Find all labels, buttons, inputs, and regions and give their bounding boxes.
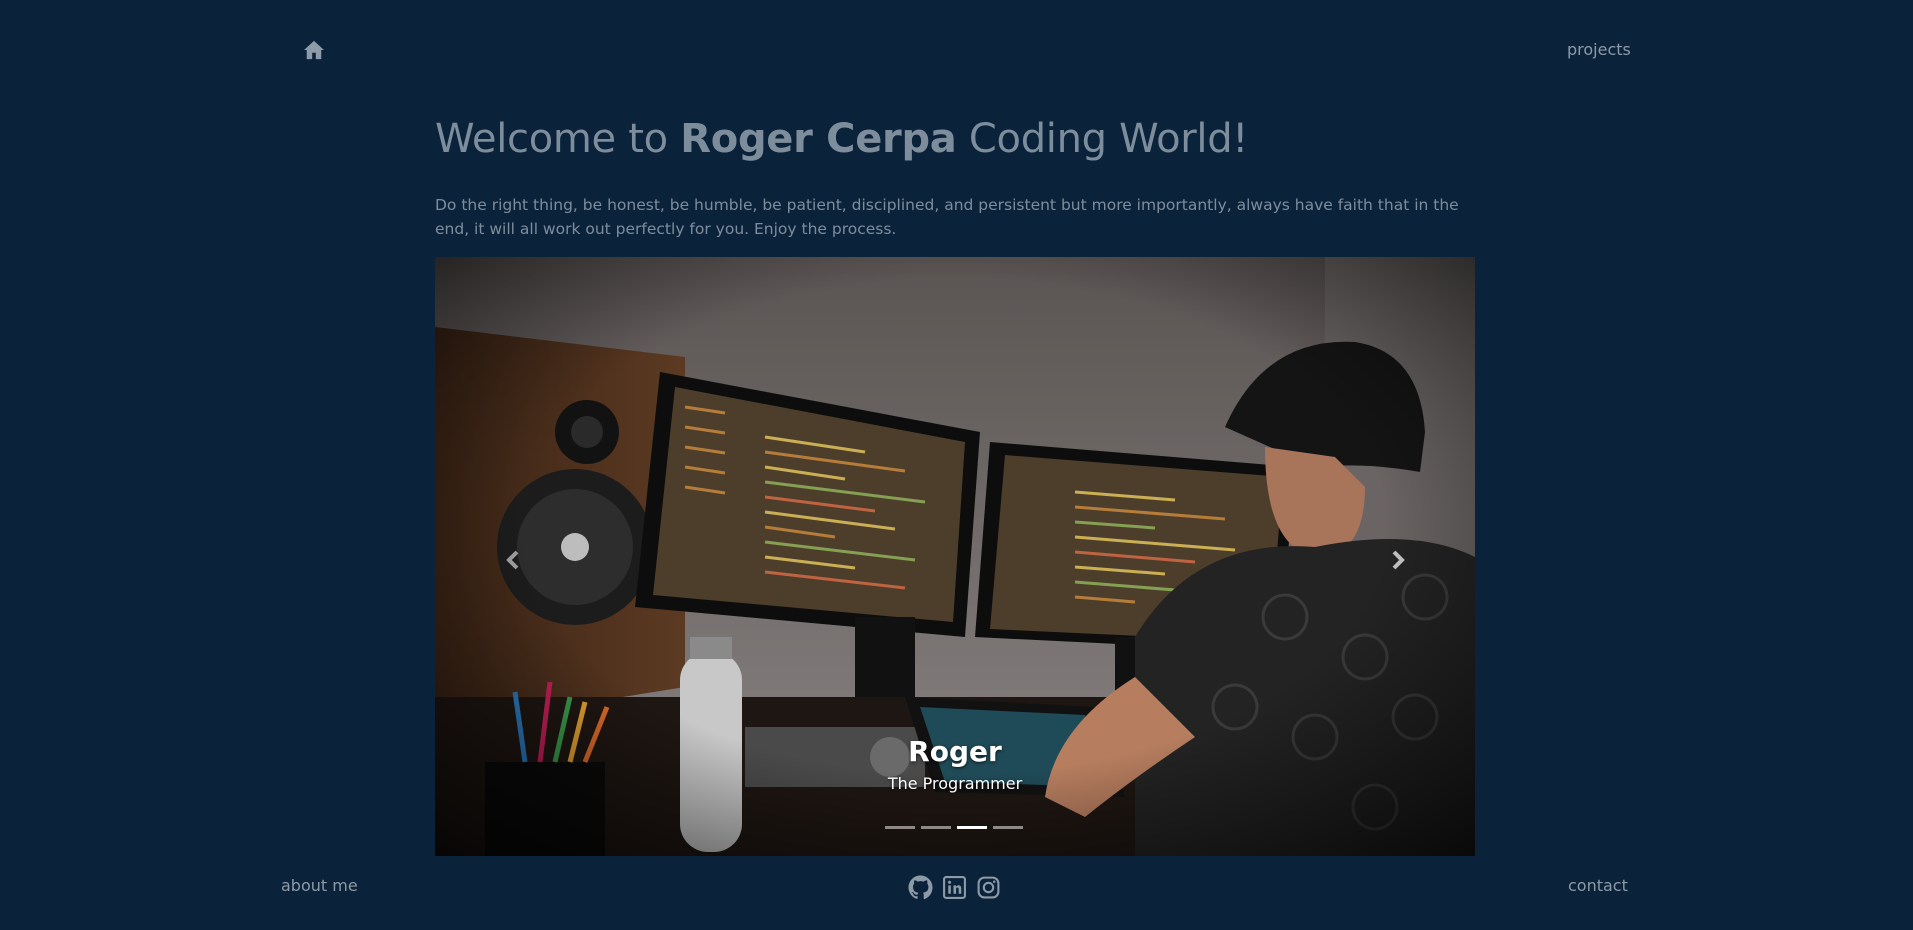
social-links xyxy=(908,875,1001,900)
caption-title: Roger xyxy=(908,735,1002,768)
chevron-right-icon xyxy=(1392,550,1405,570)
instagram-icon xyxy=(977,876,1000,899)
home-link[interactable] xyxy=(303,40,327,62)
instagram-link[interactable] xyxy=(976,875,1001,900)
carousel-indicator[interactable] xyxy=(993,826,1023,829)
home-icon xyxy=(304,40,324,60)
carousel-next-button[interactable] xyxy=(1378,540,1418,580)
page: projects Welcome to Roger Cerpa Coding W… xyxy=(0,0,1913,930)
github-icon xyxy=(908,875,933,900)
carousel-indicators xyxy=(885,826,1023,829)
title-prefix: Welcome to xyxy=(435,116,681,162)
linkedin-icon xyxy=(943,876,966,899)
carousel-indicator[interactable] xyxy=(921,826,951,829)
footer-about-link[interactable]: about me xyxy=(281,876,358,895)
carousel-caption: Roger The Programmer xyxy=(435,735,1475,793)
chevron-left-icon xyxy=(506,550,519,570)
page-title: Welcome to Roger Cerpa Coding World! xyxy=(435,116,1248,162)
github-link[interactable] xyxy=(908,875,933,900)
carousel-indicator[interactable] xyxy=(957,826,987,829)
nav-projects-link[interactable]: projects xyxy=(1567,40,1631,59)
linkedin-link[interactable] xyxy=(942,875,967,900)
caption-subtitle: The Programmer xyxy=(887,774,1023,793)
motto-text: Do the right thing, be honest, be humble… xyxy=(435,196,1459,238)
carousel-prev-button[interactable] xyxy=(493,540,533,580)
carousel-indicator[interactable] xyxy=(885,826,915,829)
footer-contact-link[interactable]: contact xyxy=(1568,876,1628,895)
title-name: Roger Cerpa xyxy=(680,116,957,162)
title-suffix: Coding World! xyxy=(956,116,1249,162)
